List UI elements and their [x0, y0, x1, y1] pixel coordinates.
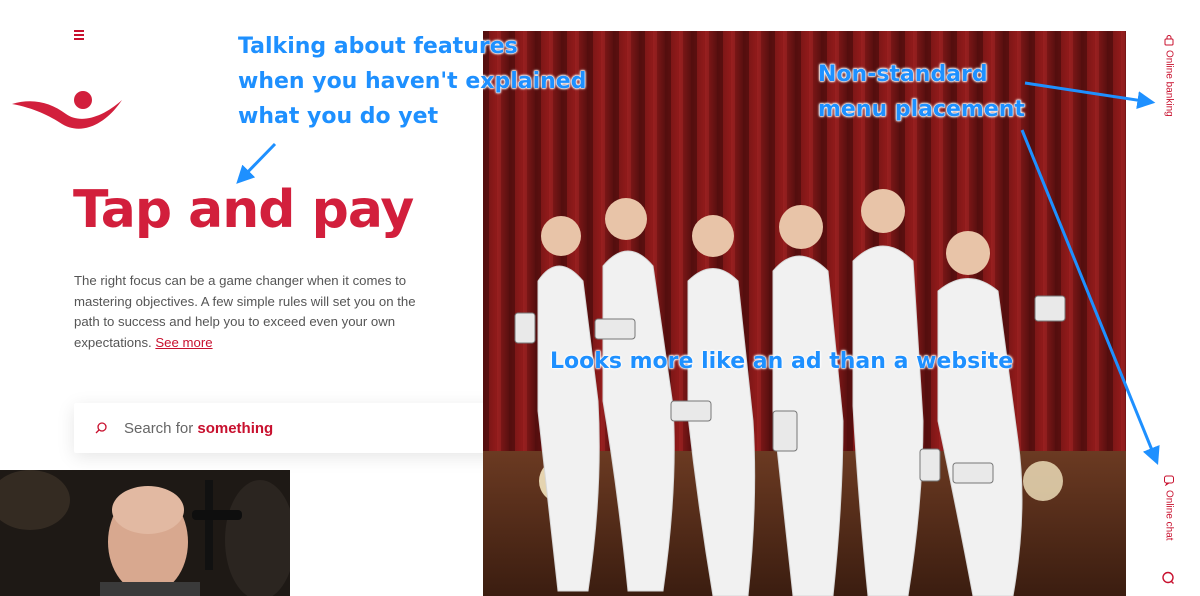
annotation-menu-line2: menu placement — [818, 97, 1026, 123]
lock-icon — [1164, 35, 1174, 46]
page-title: Tap and pay — [73, 180, 414, 240]
chat-bubble-icon[interactable] — [1161, 571, 1175, 585]
arrow-to-title — [236, 142, 277, 184]
annotation-features-line3: what you do yet — [238, 104, 439, 130]
search-prefix: Search for — [124, 419, 198, 437]
hamburger-icon — [74, 30, 84, 32]
annotation-features-line2: when you haven't explained — [238, 69, 587, 95]
webcam-overlay — [0, 470, 290, 596]
hero-description: The right focus can be a game changer wh… — [74, 271, 434, 353]
search-highlight: something — [197, 419, 274, 437]
annotation-features: Talking about features when you haven't … — [238, 29, 587, 134]
online-banking-link[interactable]: Online banking — [1158, 34, 1180, 117]
annotation-menu: Non-standard menu placement — [818, 57, 1026, 127]
chat-icon — [1164, 475, 1174, 486]
annotation-features-line1: Talking about features — [238, 34, 518, 60]
online-chat-link[interactable]: Online chat — [1158, 474, 1180, 541]
menu-button[interactable] — [70, 28, 88, 44]
search-icon — [95, 422, 107, 434]
annotation-ad: Looks more like an ad than a website — [550, 349, 1014, 375]
online-chat-label: Online chat — [1163, 490, 1175, 541]
hero-body-text: The right focus can be a game changer wh… — [74, 273, 416, 350]
online-banking-label: Online banking — [1163, 50, 1175, 117]
brand-logo[interactable] — [10, 88, 126, 138]
annotation-menu-line1: Non-standard — [818, 62, 988, 88]
see-more-link[interactable]: See more — [155, 335, 212, 350]
search-input[interactable]: Search for something — [124, 420, 273, 437]
search-bar[interactable]: Search for something — [74, 403, 518, 453]
